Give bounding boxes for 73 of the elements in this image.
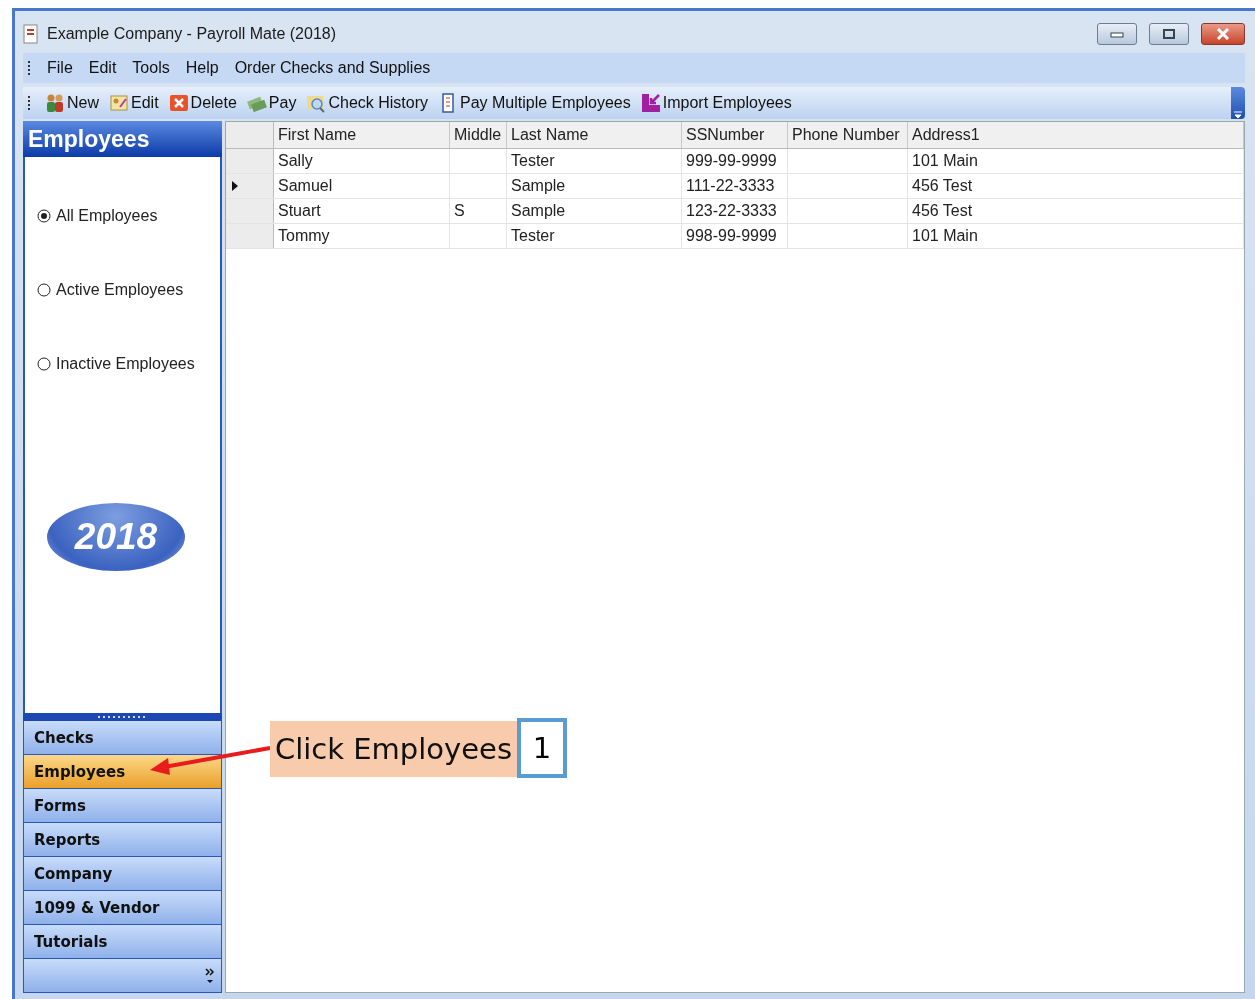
minimize-icon	[1110, 30, 1124, 38]
row-header[interactable]	[226, 174, 274, 198]
nav-button[interactable]: Tutorials	[23, 925, 222, 959]
menu-item[interactable]: Tools	[126, 57, 176, 79]
table-cell: 101 Main	[912, 152, 978, 170]
table-cell: 998-99-9999	[686, 227, 777, 245]
radio-button[interactable]: Active Employees	[37, 275, 220, 305]
toolbar-button[interactable]: New	[43, 91, 101, 115]
nav-button[interactable]: Employees	[23, 755, 222, 789]
splitter-handle[interactable]	[23, 713, 222, 721]
toolbar-button[interactable]: Pay Multiple Employees	[436, 91, 633, 115]
toolbar-options-button[interactable]	[1231, 87, 1245, 119]
callout-label: Click Employees	[270, 721, 517, 777]
version-logo: 2018	[47, 503, 185, 571]
table-row[interactable]: Stuart S Sample 123-22-3333 456 Test	[226, 199, 1244, 224]
column-header[interactable]: Last Name	[507, 122, 682, 148]
maximize-button[interactable]	[1149, 23, 1189, 45]
close-button[interactable]	[1201, 23, 1245, 45]
import-icon	[640, 93, 661, 113]
document-icon	[23, 24, 39, 44]
nav-button[interactable]: Company	[23, 857, 222, 891]
table-cell: Tester	[511, 227, 555, 245]
more-button[interactable]	[23, 959, 222, 993]
nav-button[interactable]: Reports	[23, 823, 222, 857]
column-header[interactable]: Phone Number	[788, 122, 908, 148]
table-cell: Stuart	[278, 202, 321, 220]
table-cell: 999-99-9999	[686, 152, 777, 170]
people-icon	[45, 93, 65, 113]
current-row-icon	[232, 181, 238, 191]
toolbar-button[interactable]: Edit	[107, 91, 161, 115]
table-cell: Tommy	[278, 227, 330, 245]
minimize-button[interactable]	[1097, 23, 1137, 45]
nav-button[interactable]: Forms	[23, 789, 222, 823]
edit-icon	[109, 93, 129, 113]
toolbar-button[interactable]: Delete	[166, 91, 239, 115]
menu-item[interactable]: Edit	[82, 57, 123, 79]
step-number: 1	[517, 718, 567, 778]
menu-item[interactable]: Order Checks and Supplies	[228, 57, 437, 79]
table-cell: Sample	[511, 202, 566, 220]
table-row[interactable]: Sally Tester 999-99-9999 101 Main	[226, 149, 1244, 174]
table-cell: Samuel	[278, 177, 333, 195]
table-cell: S	[454, 202, 465, 220]
table-row[interactable]: Samuel Sample 111-22-3333 456 Test	[226, 174, 1244, 199]
nav-button[interactable]: Checks	[23, 721, 222, 755]
toolbar-button[interactable]: Pay	[244, 91, 299, 115]
nav-button[interactable]: 1099 & Vendor	[23, 891, 222, 925]
delete-icon	[168, 93, 189, 113]
radio-button[interactable]: Inactive Employees	[37, 349, 220, 379]
table-cell: Sally	[278, 152, 313, 170]
column-header[interactable]: First Name	[274, 122, 450, 148]
close-icon	[1216, 28, 1230, 40]
radio-button[interactable]: All Employees	[37, 201, 220, 231]
chevron-icon	[205, 966, 215, 985]
column-header[interactable]: Address1	[908, 122, 1244, 148]
menu-item[interactable]: Help	[179, 57, 225, 79]
toolbar-button[interactable]: Import Employees	[638, 91, 794, 115]
column-header[interactable]: SSNumber	[682, 122, 788, 148]
table-row[interactable]: Tommy Tester 998-99-9999 101 Main	[226, 224, 1244, 249]
table-cell: 456 Test	[912, 202, 973, 220]
panel-title: Employees	[23, 121, 222, 157]
maximize-icon	[1162, 28, 1176, 40]
toolbar-button[interactable]: Check History	[304, 91, 430, 115]
table-cell: 123-22-3333	[686, 202, 777, 220]
table-cell: Tester	[511, 152, 555, 170]
column-header[interactable]: Middle	[450, 122, 507, 148]
menu-item[interactable]: File	[41, 57, 79, 79]
table-cell: 101 Main	[912, 227, 978, 245]
table-cell: 111-22-3333	[686, 177, 775, 195]
window-title: Example Company - Payroll Mate (2018)	[47, 25, 337, 43]
table-cell: Sample	[511, 177, 566, 195]
table-cell: 456 Test	[912, 177, 973, 195]
magnifier-icon	[306, 93, 327, 113]
dropdown-icon	[1234, 111, 1242, 119]
